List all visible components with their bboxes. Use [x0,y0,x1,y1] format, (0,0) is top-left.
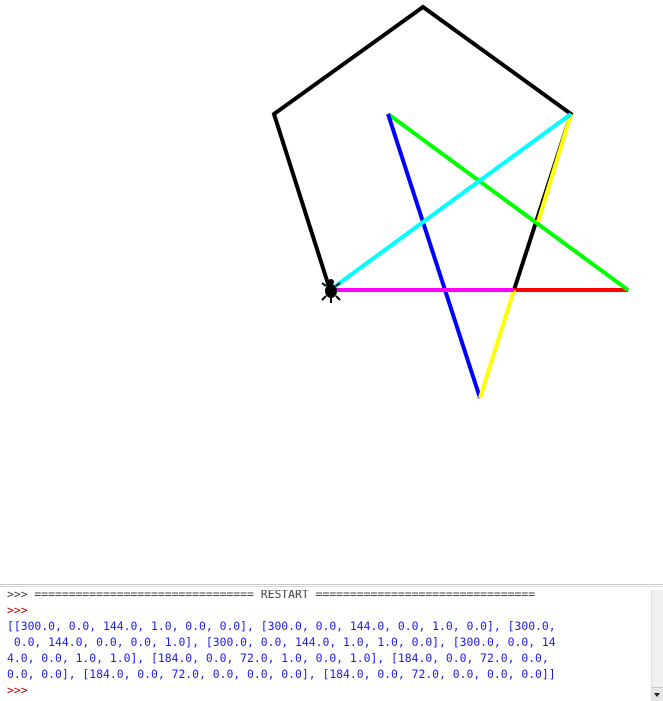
drawing-svg [271,4,630,399]
star-segment-yellow-upper [536,113,573,223]
shell-input-prompt[interactable]: >>> [7,682,28,698]
restart-line: >>> ================================ RES… [7,590,536,601]
window-divider-shadow [0,586,663,587]
output-line: 0.0, 0.0], [184.0, 0.0, 72.0, 0.0, 0.0, … [7,667,556,681]
turtle-canvas [0,0,663,584]
window-divider [0,584,663,585]
shell-scrollbar[interactable] [651,590,663,701]
output-line: [[300.0, 0.0, 144.0, 1.0, 0.0, 0.0], [30… [7,619,556,633]
scroll-down-arrow-icon[interactable] [652,687,663,701]
shell-prompt: >>> [7,603,28,617]
star-segment-green [386,112,630,292]
output-line: 0.0, 144.0, 0.0, 0.0, 1.0], [300.0, 0.0,… [7,635,556,649]
python-shell-output[interactable]: >>> ================================ RES… [0,590,651,701]
star-segment-yellow-lower [478,289,516,399]
star-segment-blue [386,113,482,399]
star-segment-cyan [328,112,573,292]
output-line: 4.0, 0.0, 1.0, 1.0], [184.0, 0.0, 72.0, … [7,651,549,665]
